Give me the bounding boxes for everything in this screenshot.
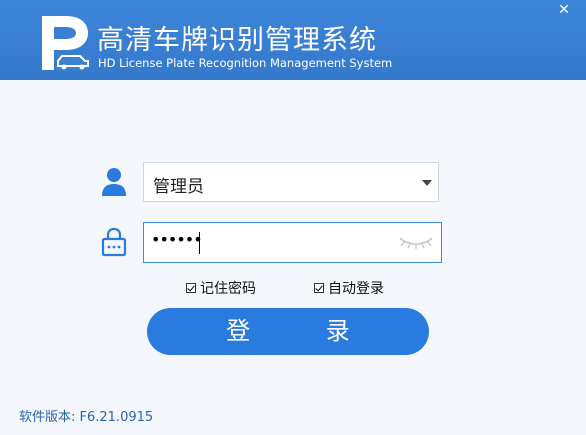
eye-closed-icon[interactable]: [398, 234, 434, 250]
checkbox-checked-icon[interactable]: [186, 283, 196, 293]
close-icon[interactable]: ✕: [551, 0, 577, 20]
password-field[interactable]: ••••••: [143, 222, 442, 263]
remember-password-checkbox[interactable]: 记住密码: [186, 279, 256, 297]
text-caret: [199, 232, 200, 254]
checkbox-checked-icon[interactable]: [314, 283, 324, 293]
app-title: 高清车牌识别管理系统: [97, 25, 377, 56]
parking-car-logo: [42, 16, 90, 70]
dropdown-arrow-icon[interactable]: [422, 180, 432, 186]
username-select[interactable]: 管理员: [143, 162, 439, 202]
auto-login-checkbox[interactable]: 自动登录: [314, 279, 384, 297]
login-button[interactable]: 登 录: [147, 308, 429, 355]
remember-password-label: 记住密码: [200, 281, 256, 297]
username-value: 管理员: [153, 177, 204, 197]
login-window: 高清车牌识别管理系统 HD License Plate Recognition …: [0, 0, 586, 435]
version-label: 软件版本: F6.21.0915: [19, 410, 154, 425]
lock-icon: [101, 227, 127, 257]
auto-login-label: 自动登录: [328, 281, 384, 297]
header-bar[interactable]: 高清车牌识别管理系统 HD License Plate Recognition …: [0, 0, 586, 80]
app-subtitle: HD License Plate Recognition Management …: [98, 56, 393, 70]
password-mask: ••••••: [151, 230, 203, 249]
user-icon: [102, 168, 126, 196]
